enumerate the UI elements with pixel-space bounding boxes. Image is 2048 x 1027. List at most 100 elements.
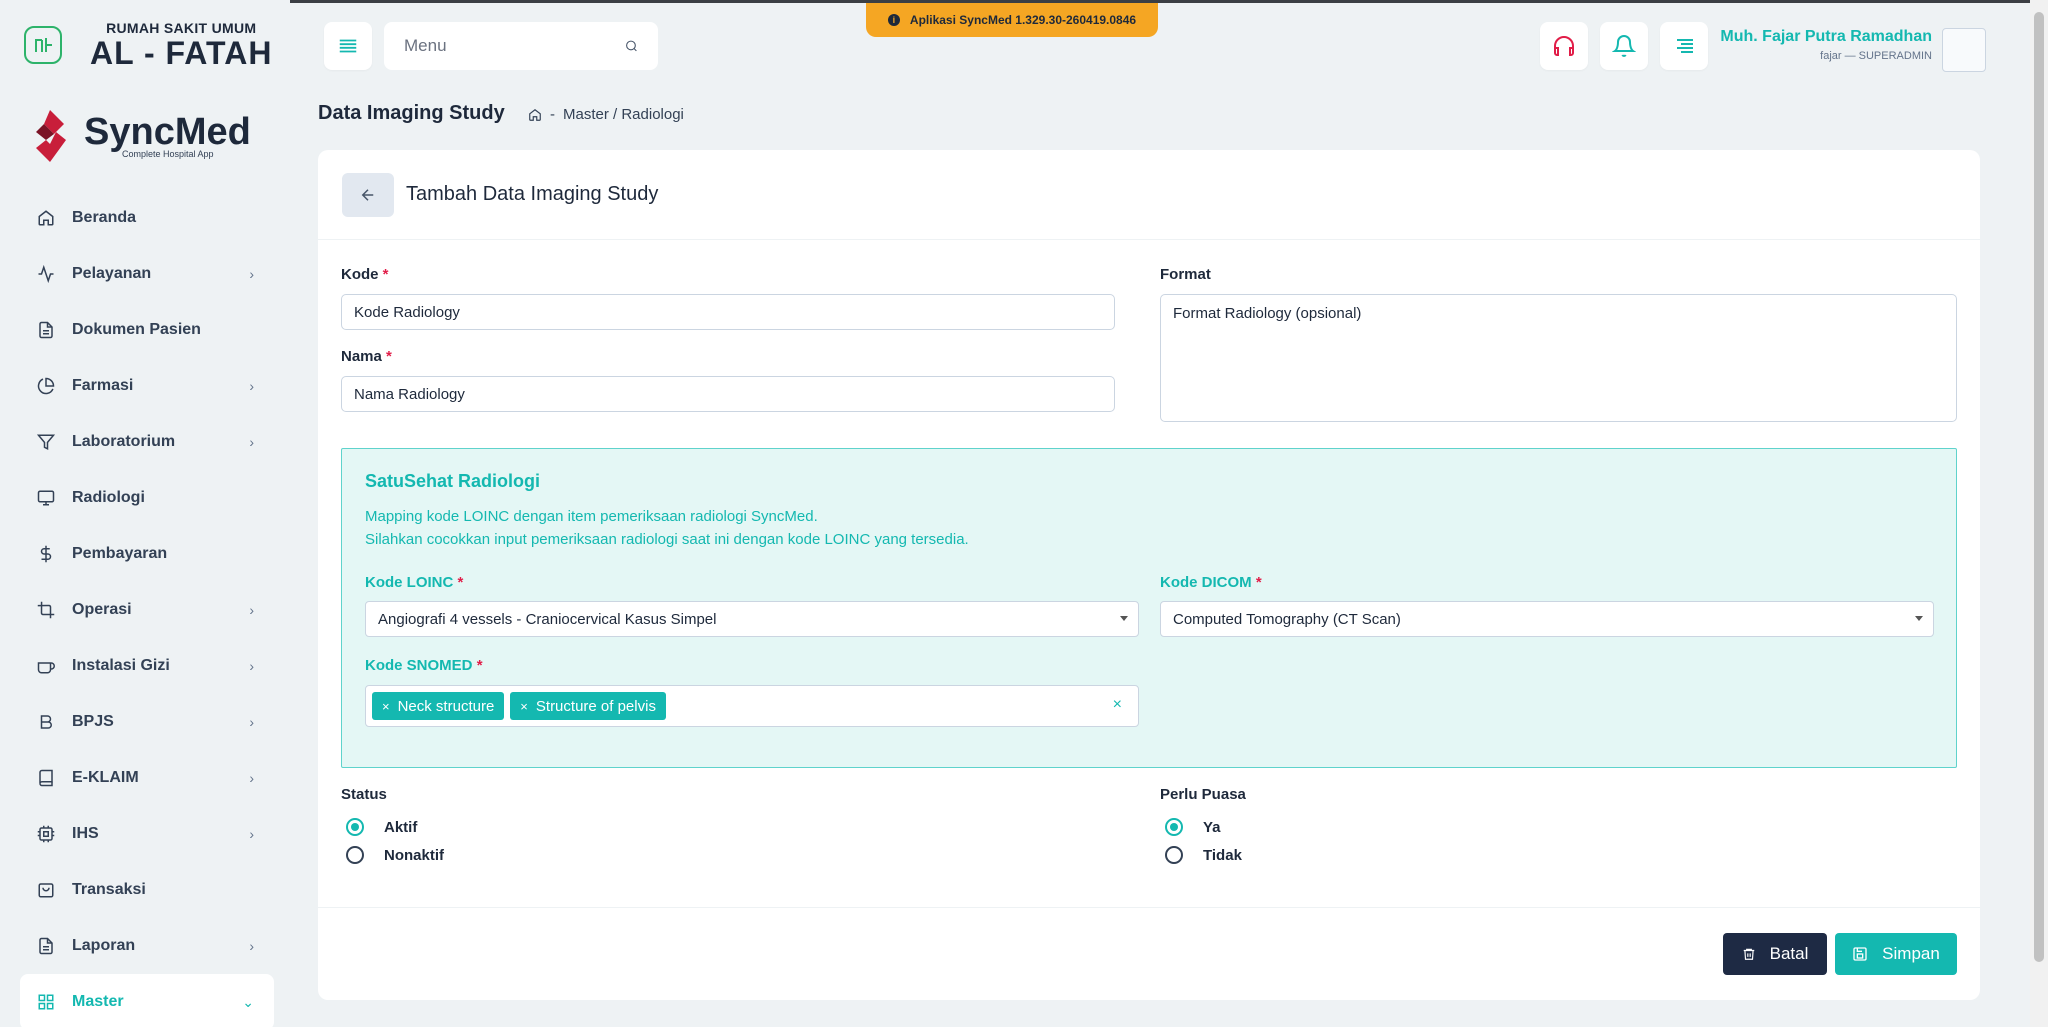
notification-button[interactable] bbox=[1600, 22, 1648, 70]
crop-icon bbox=[36, 600, 56, 620]
nama-input[interactable]: Nama Radiology bbox=[341, 376, 1115, 412]
nama-label: Nama * bbox=[341, 348, 392, 365]
loinc-select[interactable]: Angiografi 4 vessels - Craniocervical Ka… bbox=[365, 601, 1139, 637]
card-footer-divider bbox=[318, 907, 1980, 908]
menu-search-input[interactable] bbox=[404, 36, 625, 56]
brand-logo: SyncMed Complete Hospital App bbox=[30, 110, 251, 162]
sidebar-item-operasi[interactable]: Operasi › bbox=[20, 582, 274, 638]
chip-remove-icon[interactable]: × bbox=[382, 699, 390, 714]
headset-icon bbox=[1554, 36, 1574, 56]
user-name: Muh. Fajar Putra Ramadhan bbox=[1720, 28, 1932, 45]
status-radio-nonaktif[interactable]: Nonaktif bbox=[346, 846, 444, 864]
sidebar-item-pembayaran[interactable]: Pembayaran bbox=[20, 526, 274, 582]
cancel-button-label: Batal bbox=[1769, 944, 1809, 963]
card-header: Tambah Data Imaging Study bbox=[318, 150, 1980, 240]
sidebar-item-label: Master bbox=[72, 993, 124, 1010]
sidebar-item-farmasi[interactable]: Farmasi › bbox=[20, 358, 274, 414]
snomed-chip: × Neck structure bbox=[372, 692, 505, 720]
form-title: Tambah Data Imaging Study bbox=[406, 183, 659, 205]
activity-icon bbox=[36, 264, 56, 284]
loinc-selected-value: Angiografi 4 vessels - Craniocervical Ka… bbox=[378, 610, 717, 628]
chevron-down-icon: ⌄ bbox=[242, 993, 254, 1010]
sidebar-item-radiologi[interactable]: Radiologi bbox=[20, 470, 274, 526]
sidebar: RUMAH SAKIT UMUM AL - FATAH SyncMed Comp… bbox=[0, 0, 290, 1027]
document-icon bbox=[36, 936, 56, 956]
status-radio-aktif[interactable]: Aktif bbox=[346, 818, 417, 836]
save-button[interactable]: Simpan bbox=[1835, 933, 1957, 975]
satusehat-desc-line2: Silahkan cocokkan input pemeriksaan radi… bbox=[365, 531, 969, 548]
chevron-right-icon: › bbox=[249, 770, 254, 786]
search-icon[interactable] bbox=[625, 34, 638, 58]
grid-icon bbox=[36, 992, 56, 1012]
monitor-icon bbox=[36, 488, 56, 508]
required-mark: * bbox=[386, 348, 392, 365]
loinc-label: Kode LOINC * bbox=[365, 574, 463, 591]
dicom-selected-value: Computed Tomography (CT Scan) bbox=[1173, 610, 1401, 628]
back-button[interactable] bbox=[342, 172, 394, 217]
chevron-right-icon: › bbox=[249, 266, 254, 282]
sidebar-item-label: Pelayanan bbox=[72, 265, 152, 282]
required-mark: * bbox=[382, 266, 389, 283]
sidebar-item-ihs[interactable]: IHS › bbox=[20, 806, 274, 862]
snomed-label: Kode SNOMED * bbox=[365, 657, 483, 674]
puasa-radio-ya[interactable]: Ya bbox=[1165, 818, 1221, 836]
sidebar-item-label: Beranda bbox=[72, 209, 137, 226]
trash-icon bbox=[1743, 948, 1754, 960]
sidebar-item-master[interactable]: Master ⌄ bbox=[20, 974, 274, 1027]
sidebar-item-label: Operasi bbox=[72, 601, 132, 618]
sidebar-item-instalasi-gizi[interactable]: Instalasi Gizi › bbox=[20, 638, 274, 694]
hamburger-icon bbox=[339, 39, 357, 53]
sidebar-item-laboratorium[interactable]: Laboratorium › bbox=[20, 414, 274, 470]
sidebar-item-e-klaim[interactable]: E-KLAIM › bbox=[20, 750, 274, 806]
sidebar-item-bpjs[interactable]: BPJS › bbox=[20, 694, 274, 750]
save-button-label: Simpan bbox=[1882, 944, 1940, 963]
puasa-radio-tidak[interactable]: Tidak bbox=[1165, 846, 1242, 864]
sidebar-item-dokumen-pasien[interactable]: Dokumen Pasien bbox=[20, 302, 274, 358]
sidebar-item-transaksi[interactable]: Transaksi bbox=[20, 862, 274, 918]
sidebar-item-label: Pembayaran bbox=[72, 545, 168, 562]
scrollbar-thumb[interactable] bbox=[2034, 12, 2044, 962]
format-label: Format bbox=[1160, 266, 1211, 283]
format-textarea[interactable]: Format Radiology (opsional) bbox=[1160, 294, 1957, 422]
right-menu-button[interactable] bbox=[1660, 22, 1708, 70]
cancel-button[interactable]: Batal bbox=[1723, 933, 1827, 975]
chip-remove-icon[interactable]: × bbox=[520, 699, 528, 714]
chevron-right-icon: › bbox=[249, 658, 254, 674]
radio-unchecked-icon bbox=[346, 846, 364, 864]
version-badge: i Aplikasi SyncMed 1.329.30-260419.0846 bbox=[866, 3, 1158, 37]
chevron-right-icon: › bbox=[249, 826, 254, 842]
satusehat-panel: SatuSehat Radiologi Mapping kode LOINC d… bbox=[341, 448, 1957, 768]
sidebar-item-laporan[interactable]: Laporan › bbox=[20, 918, 274, 974]
align-right-icon bbox=[1677, 39, 1693, 53]
avatar[interactable] bbox=[1942, 28, 1986, 72]
home-icon[interactable] bbox=[528, 108, 542, 122]
dicom-label-text: Kode DICOM bbox=[1160, 574, 1252, 591]
brand-name: SyncMed bbox=[84, 111, 251, 153]
support-button[interactable] bbox=[1540, 22, 1588, 70]
sidebar-item-pelayanan[interactable]: Pelayanan › bbox=[20, 246, 274, 302]
loinc-label-text: Kode LOINC bbox=[365, 574, 454, 591]
page-scrollbar[interactable] bbox=[2030, 0, 2048, 1027]
sidebar-item-label: Laboratorium bbox=[72, 433, 176, 450]
dicom-select[interactable]: Computed Tomography (CT Scan) bbox=[1160, 601, 1934, 637]
radio-label: Aktif bbox=[384, 818, 418, 836]
sidebar-item-label: Laporan bbox=[72, 937, 136, 954]
sidebar-toggle-button[interactable] bbox=[324, 22, 372, 70]
breadcrumb-separator: - bbox=[550, 106, 555, 123]
hospital-subtitle: RUMAH SAKIT UMUM bbox=[106, 20, 257, 36]
sidebar-item-beranda[interactable]: Beranda bbox=[20, 190, 274, 246]
breadcrumb-path[interactable]: Master / Radiologi bbox=[563, 106, 684, 123]
dollar-icon bbox=[36, 544, 56, 564]
kode-input[interactable]: Kode Radiology bbox=[341, 294, 1115, 330]
snomed-multiselect[interactable]: × Neck structure × Structure of pelvis × bbox=[365, 685, 1139, 727]
chevron-right-icon: › bbox=[249, 602, 254, 618]
satusehat-desc-line1: Mapping kode LOINC dengan item pemeriksa… bbox=[365, 508, 818, 525]
required-mark: * bbox=[1255, 574, 1262, 591]
clear-all-icon[interactable]: × bbox=[1113, 696, 1122, 714]
chevron-right-icon: › bbox=[249, 714, 254, 730]
book-icon bbox=[36, 768, 56, 788]
required-mark: * bbox=[476, 657, 483, 674]
satusehat-description: Mapping kode LOINC dengan item pemeriksa… bbox=[365, 505, 969, 551]
user-info[interactable]: Muh. Fajar Putra Ramadhan fajar — SUPERA… bbox=[1720, 28, 1932, 62]
user-role: fajar — SUPERADMIN bbox=[1820, 50, 1932, 62]
